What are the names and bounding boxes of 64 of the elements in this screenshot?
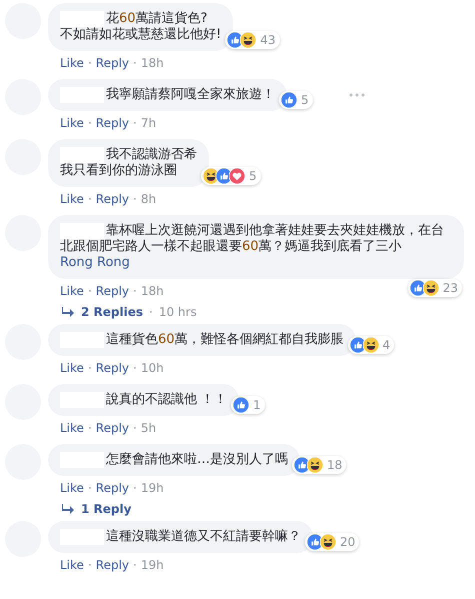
like-link[interactable]: Like bbox=[60, 116, 84, 130]
separator-dot: · bbox=[133, 284, 137, 298]
separator-dot: · bbox=[149, 305, 153, 319]
separator-dot: · bbox=[133, 421, 137, 435]
replies-time: 10 hrs bbox=[158, 305, 197, 319]
separator-dot: · bbox=[133, 56, 137, 70]
laughing-face-icon bbox=[307, 457, 323, 473]
reply-arrow-icon bbox=[61, 306, 75, 318]
comment-time: 18h bbox=[140, 284, 164, 298]
comment-time: 5h bbox=[140, 421, 156, 435]
reply-link[interactable]: Reply bbox=[96, 56, 129, 70]
separator-dot: · bbox=[133, 361, 137, 375]
separator-dot: · bbox=[88, 56, 92, 70]
like-link[interactable]: Like bbox=[60, 192, 84, 206]
comment-time: 10h bbox=[140, 361, 164, 375]
separator-dot: · bbox=[133, 192, 137, 206]
comment-text: 說真的不認識他 ！！ bbox=[105, 392, 228, 408]
thumbs-up-icon bbox=[281, 92, 297, 108]
more-options-icon[interactable] bbox=[349, 93, 365, 97]
laughing-face-icon bbox=[240, 32, 256, 48]
reply-link[interactable]: Reply bbox=[96, 192, 129, 206]
mention-link[interactable]: Rong Rong bbox=[60, 255, 130, 270]
reply-arrow-icon bbox=[61, 503, 75, 515]
laughing-face-icon bbox=[422, 280, 439, 296]
comment-text: 我寧願請蔡阿嘎全家來旅遊！ bbox=[105, 87, 275, 103]
comment-text: 這種貨色60萬，難怪各個網紅都自我膨脹 bbox=[105, 332, 344, 348]
separator-dot: · bbox=[133, 558, 137, 572]
comment-time: 18h bbox=[140, 56, 164, 70]
comment-time: 19h bbox=[140, 481, 164, 495]
separator-dot: · bbox=[88, 116, 92, 130]
laughing-face-icon bbox=[362, 337, 379, 353]
comment-time: 8h bbox=[140, 192, 156, 206]
comment-text: 怎麼會請他來啦…是沒別人了嗎 bbox=[105, 452, 288, 468]
like-link[interactable]: Like bbox=[60, 421, 84, 435]
reply-link[interactable]: Reply bbox=[96, 421, 129, 435]
laughing-face-icon bbox=[320, 534, 336, 550]
like-link[interactable]: Like bbox=[60, 481, 84, 495]
reply-link[interactable]: Reply bbox=[96, 284, 129, 298]
replies-link[interactable]: 1 Reply bbox=[81, 502, 132, 516]
heart-icon bbox=[229, 168, 245, 184]
like-link[interactable]: Like bbox=[60, 558, 84, 572]
comment-text: 這種沒職業道德又不紅請要幹嘛？ bbox=[105, 529, 301, 545]
reply-link[interactable]: Reply bbox=[96, 558, 129, 572]
reply-link[interactable]: Reply bbox=[96, 481, 129, 495]
like-link[interactable]: Like bbox=[60, 361, 84, 375]
separator-dot: · bbox=[88, 421, 92, 435]
thumbs-up-icon bbox=[233, 397, 250, 413]
separator-dot: · bbox=[88, 284, 92, 298]
comment-time: 19h bbox=[140, 558, 164, 572]
separator-dot: · bbox=[88, 481, 92, 495]
separator-dot: · bbox=[88, 558, 92, 572]
comment-text: 靠杯喔上次逛饒河還遇到他拿著娃娃要去夾娃娃機放，在台北跟個肥宅路人一樣不起眼還要60萬？媽逼我到底看了三小 Rong Rong bbox=[60, 223, 445, 271]
reply-link[interactable]: Reply bbox=[96, 361, 129, 375]
comment-time: 7h bbox=[140, 116, 156, 130]
comment-text: 我不認識游否希 我只看到你的游泳圈 bbox=[60, 147, 197, 179]
like-link[interactable]: Like bbox=[60, 284, 84, 298]
reply-link[interactable]: Reply bbox=[96, 116, 129, 130]
separator-dot: · bbox=[133, 116, 137, 130]
like-link[interactable]: Like bbox=[60, 56, 84, 70]
separator-dot: · bbox=[88, 192, 92, 206]
replies-link[interactable]: 2 Replies bbox=[81, 305, 144, 319]
separator-dot: · bbox=[133, 481, 137, 495]
comment-text: 花60萬請這貨色? 不如請如花或慧慈還比他好! bbox=[60, 11, 222, 43]
separator-dot: · bbox=[88, 361, 92, 375]
